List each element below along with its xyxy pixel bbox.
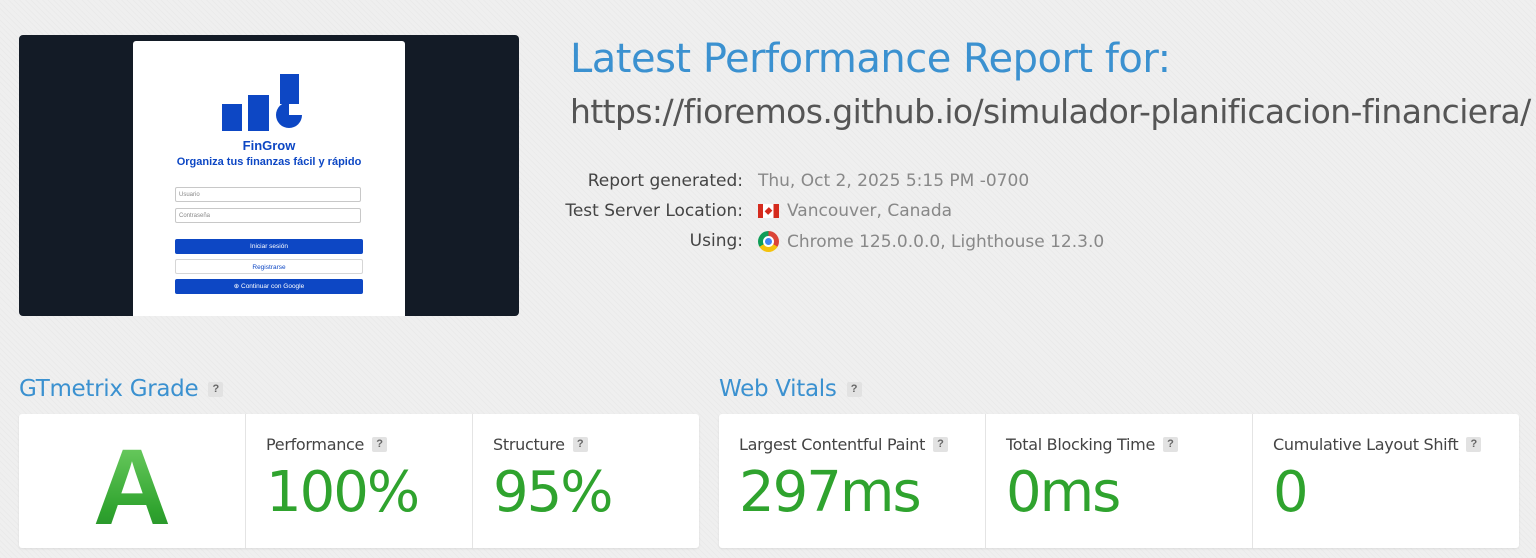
chrome-icon (758, 231, 779, 252)
structure-label: Structure (493, 435, 565, 454)
structure-value: 95% (493, 460, 613, 525)
screenshot-google-button: ⊕ Continuar con Google (175, 279, 363, 294)
canada-flag-icon (758, 204, 779, 218)
help-icon[interactable]: ? (933, 437, 949, 452)
screenshot-brand: FinGrow (242, 138, 296, 153)
screenshot-login-card: FinGrow Organiza tus finanzas fácil y rá… (133, 41, 405, 316)
help-icon[interactable]: ? (372, 437, 388, 452)
meta-report-generated: Report generated: Thu, Oct 2, 2025 5:15 … (540, 171, 1240, 193)
tbt-cell: Total Blocking Time ? 0ms (985, 414, 1253, 548)
help-icon[interactable]: ? (572, 437, 588, 452)
tbt-label: Total Blocking Time (1006, 435, 1156, 454)
performance-label: Performance (266, 435, 365, 454)
screenshot-login-button: Iniciar sesión (175, 239, 363, 254)
screenshot-username-field: Usuario (175, 187, 361, 202)
meta-value: Thu, Oct 2, 2025 5:15 PM -0700 (758, 171, 1030, 191)
screenshot-tagline: Organiza tus finanzas fácil y rápido (176, 156, 362, 168)
performance-cell: Performance ? 100% (245, 414, 473, 548)
gtmetrix-grade-panel: A Performance ? 100% Structure ? 95% (19, 414, 699, 548)
lcp-label: Largest Contentful Paint (739, 435, 926, 454)
web-vitals-panel: Largest Contentful Paint ? 297ms Total B… (719, 414, 1519, 548)
meta-label: Report generated: (587, 171, 743, 191)
screenshot-register-button: Registrarse (175, 259, 363, 274)
help-icon[interactable]: ? (1163, 437, 1179, 452)
meta-server-location: Test Server Location: Vancouver, Canada (540, 201, 1240, 223)
tbt-value: 0ms (1006, 460, 1121, 525)
report-url: https://fioremos.github.io/simulador-pla… (570, 92, 1531, 131)
help-icon[interactable]: ? (1466, 437, 1482, 452)
grade-cell: A (19, 414, 245, 548)
meta-label: Using: (689, 231, 743, 251)
report-title: Latest Performance Report for: (570, 36, 1171, 82)
web-vitals-heading: Web Vitals ? (719, 376, 862, 402)
cls-cell: Cumulative Layout Shift ? 0 (1252, 414, 1520, 548)
gtmetrix-grade-heading: GTmetrix Grade ? (19, 376, 224, 402)
cls-value: 0 (1273, 460, 1309, 525)
help-icon[interactable]: ? (208, 381, 224, 397)
lcp-cell: Largest Contentful Paint ? 297ms (719, 414, 985, 548)
grade-letter: A (19, 424, 245, 549)
page-screenshot: FinGrow Organiza tus finanzas fácil y rá… (19, 35, 519, 316)
fingrow-logo-icon (222, 74, 314, 140)
help-icon[interactable]: ? (846, 381, 862, 397)
cls-label: Cumulative Layout Shift (1273, 435, 1459, 454)
lcp-value: 297ms (739, 460, 922, 525)
screenshot-password-field: Contraseña (175, 208, 361, 223)
meta-label: Test Server Location: (565, 201, 743, 221)
meta-value: Chrome 125.0.0.0, Lighthouse 12.3.0 (787, 231, 1105, 252)
performance-value: 100% (266, 460, 420, 525)
structure-cell: Structure ? 95% (472, 414, 700, 548)
meta-using: Using: Chrome 125.0.0.0, Lighthouse 12.3… (540, 231, 1240, 253)
meta-value: Vancouver, Canada (787, 201, 953, 221)
google-icon: ⊕ (233, 283, 241, 290)
